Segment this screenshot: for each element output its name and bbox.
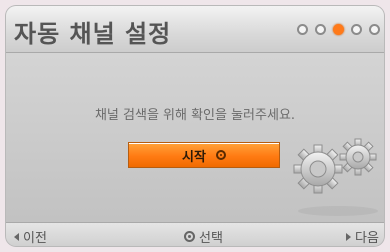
step-dot-3-active <box>333 24 344 35</box>
start-button[interactable]: 시작 <box>128 142 280 168</box>
triangle-right-icon <box>346 232 351 241</box>
start-button-label: 시작 <box>182 149 206 165</box>
step-dot-5 <box>369 24 380 35</box>
footer-bar: 이전 선택 다음 <box>6 222 384 246</box>
next-nav[interactable]: 다음 <box>346 227 379 246</box>
step-indicator <box>297 24 380 35</box>
header-bar: 자동 채널 설정 <box>6 6 384 53</box>
step-dot-1 <box>297 24 308 35</box>
prev-nav[interactable]: 이전 <box>14 227 47 246</box>
step-dot-4 <box>351 24 362 35</box>
gears-icon <box>293 138 378 216</box>
step-dot-2 <box>315 24 326 35</box>
auto-channel-setup-window: 자동 채널 설정 채널 검색을 위해 확인을 눌러주세요. 시작 이전 선택 다… <box>6 6 384 246</box>
prev-label: 이전 <box>23 231 47 246</box>
select-nav[interactable]: 선택 <box>184 227 223 246</box>
select-label: 선택 <box>199 231 223 246</box>
content-panel: 채널 검색을 위해 확인을 눌러주세요. 시작 <box>6 53 384 222</box>
page-title: 자동 채널 설정 <box>14 20 172 48</box>
ok-circle-icon <box>184 231 195 242</box>
instruction-text: 채널 검색을 위해 확인을 눌러주세요. <box>94 108 296 123</box>
next-label: 다음 <box>355 231 379 246</box>
ok-circle-icon <box>215 150 226 160</box>
triangle-left-icon <box>14 232 19 241</box>
